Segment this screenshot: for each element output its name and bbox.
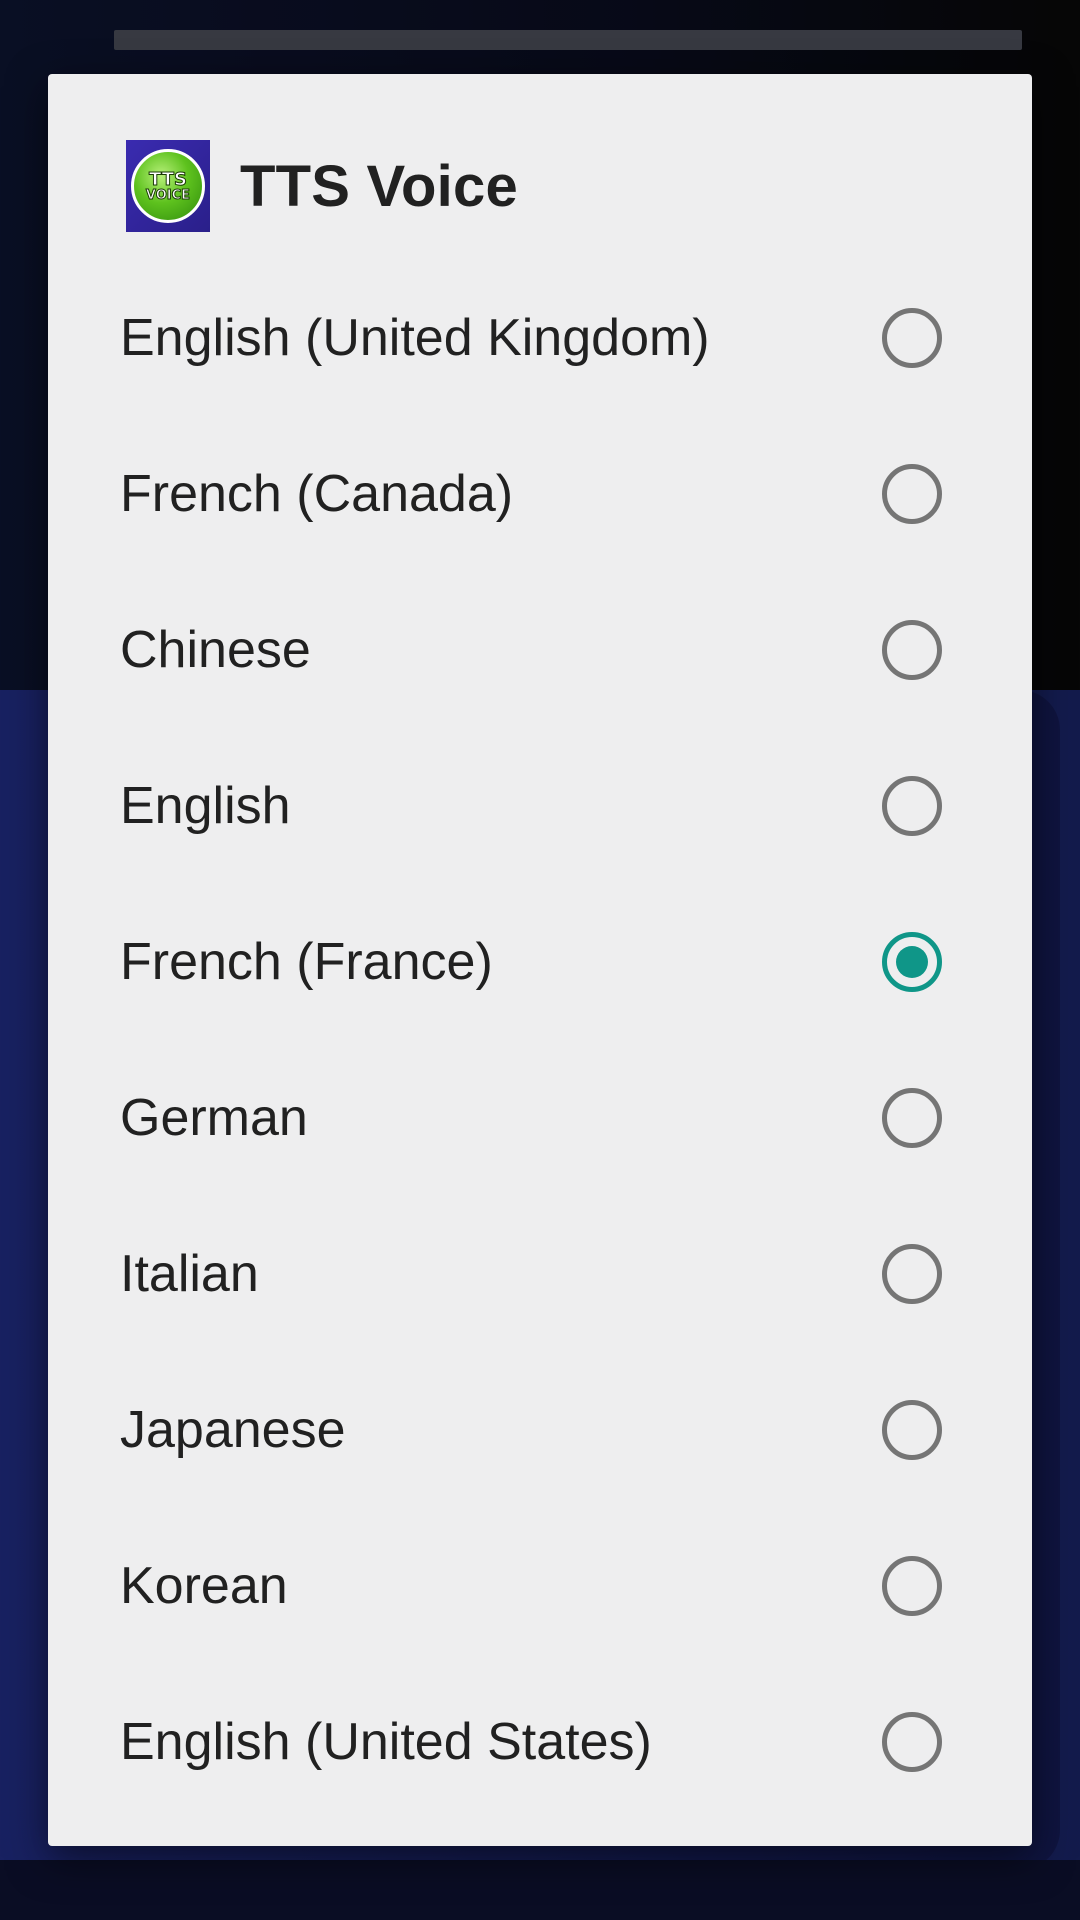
- radio-button[interactable]: [882, 1088, 942, 1148]
- logo-text-line2: VOICE: [145, 187, 191, 203]
- option-label: Japanese: [120, 1401, 346, 1459]
- radio-button[interactable]: [882, 1712, 942, 1772]
- dialog-title: TTS Voice: [240, 153, 518, 219]
- option-label: Italian: [120, 1245, 259, 1303]
- radio-button[interactable]: [882, 620, 942, 680]
- tts-voice-logo-ball: TTS VOICE: [131, 149, 205, 223]
- voice-option-english[interactable]: English: [48, 728, 1032, 884]
- radio-button[interactable]: [882, 1556, 942, 1616]
- voice-option-chinese[interactable]: Chinese: [48, 572, 1032, 728]
- voice-option-french-canada[interactable]: French (Canada): [48, 416, 1032, 572]
- radio-button[interactable]: [882, 776, 942, 836]
- option-label: English (United States): [120, 1713, 652, 1771]
- tts-voice-app-icon: TTS VOICE: [126, 140, 210, 232]
- voice-option-german[interactable]: German: [48, 1040, 1032, 1196]
- option-label: English: [120, 777, 291, 835]
- voice-option-english-uk[interactable]: English (United Kingdom): [48, 260, 1032, 416]
- radio-button[interactable]: [882, 1244, 942, 1304]
- option-label: Chinese: [120, 621, 311, 679]
- radio-dot-icon: [896, 946, 928, 978]
- option-label: French (Canada): [120, 465, 514, 523]
- option-label: German: [120, 1089, 308, 1147]
- radio-button[interactable]: [882, 464, 942, 524]
- option-label: French (France): [120, 933, 493, 991]
- voice-option-korean[interactable]: Korean: [48, 1508, 1032, 1664]
- voice-option-french-france[interactable]: French (France): [48, 884, 1032, 1040]
- voice-option-list: English (United Kingdom) French (Canada)…: [48, 260, 1032, 1820]
- voice-option-japanese[interactable]: Japanese: [48, 1352, 1032, 1508]
- voice-option-english-us[interactable]: English (United States): [48, 1664, 1032, 1820]
- radio-button[interactable]: [882, 308, 942, 368]
- option-label: English (United Kingdom): [120, 309, 710, 367]
- dialog-header: TTS VOICE TTS Voice: [126, 140, 518, 232]
- radio-button[interactable]: [882, 1400, 942, 1460]
- tts-voice-dialog: TTS VOICE TTS Voice English (United King…: [48, 74, 1032, 1846]
- logo-text-line1: TTS: [149, 168, 188, 190]
- radio-button[interactable]: [882, 932, 942, 992]
- voice-option-italian[interactable]: Italian: [48, 1196, 1032, 1352]
- option-label: Korean: [120, 1557, 288, 1615]
